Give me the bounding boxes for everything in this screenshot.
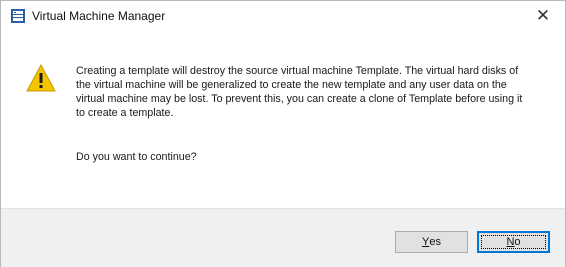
message-line: the virtual machine will be generalized … [76, 79, 507, 91]
title-bar[interactable]: Virtual Machine Manager ✕ [1, 1, 565, 31]
message-line: to create a template. [76, 107, 174, 119]
yes-mnemonic: Y [422, 236, 430, 248]
close-icon: ✕ [535, 6, 551, 25]
vmm-app-icon [11, 9, 25, 23]
message-line: virtual machine may be lost. To prevent … [76, 93, 523, 105]
no-button[interactable]: No [477, 231, 550, 253]
close-button[interactable]: ✕ [528, 4, 558, 28]
confirm-question: Do you want to continue? [76, 151, 197, 163]
dialog-content: Creating a template will destroy the sou… [1, 31, 565, 208]
button-bar: Yes No [1, 208, 565, 267]
yes-label-rest: es [429, 236, 441, 248]
warning-icon [26, 64, 56, 92]
yes-button[interactable]: Yes [395, 231, 468, 253]
no-mnemonic: N [506, 236, 515, 248]
no-label-rest: o [514, 236, 521, 248]
message-line: Creating a template will destroy the sou… [76, 65, 519, 77]
message-dialog: Virtual Machine Manager ✕ Creating a tem… [0, 0, 566, 267]
window-title: Virtual Machine Manager [32, 9, 166, 23]
message-text: Creating a template will destroy the sou… [76, 64, 556, 120]
